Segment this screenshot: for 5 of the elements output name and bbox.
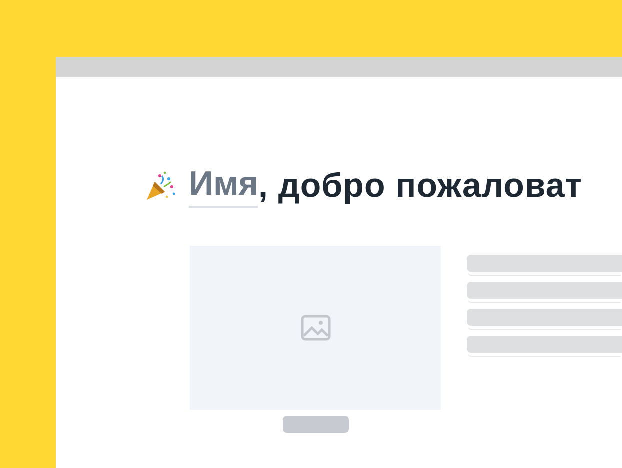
- party-popper-icon: [145, 170, 177, 202]
- button-placeholder: [282, 416, 348, 433]
- image-icon: [300, 315, 330, 341]
- name-field[interactable]: Имя: [189, 164, 258, 208]
- welcome-heading: , добро пожаловат: [258, 166, 582, 206]
